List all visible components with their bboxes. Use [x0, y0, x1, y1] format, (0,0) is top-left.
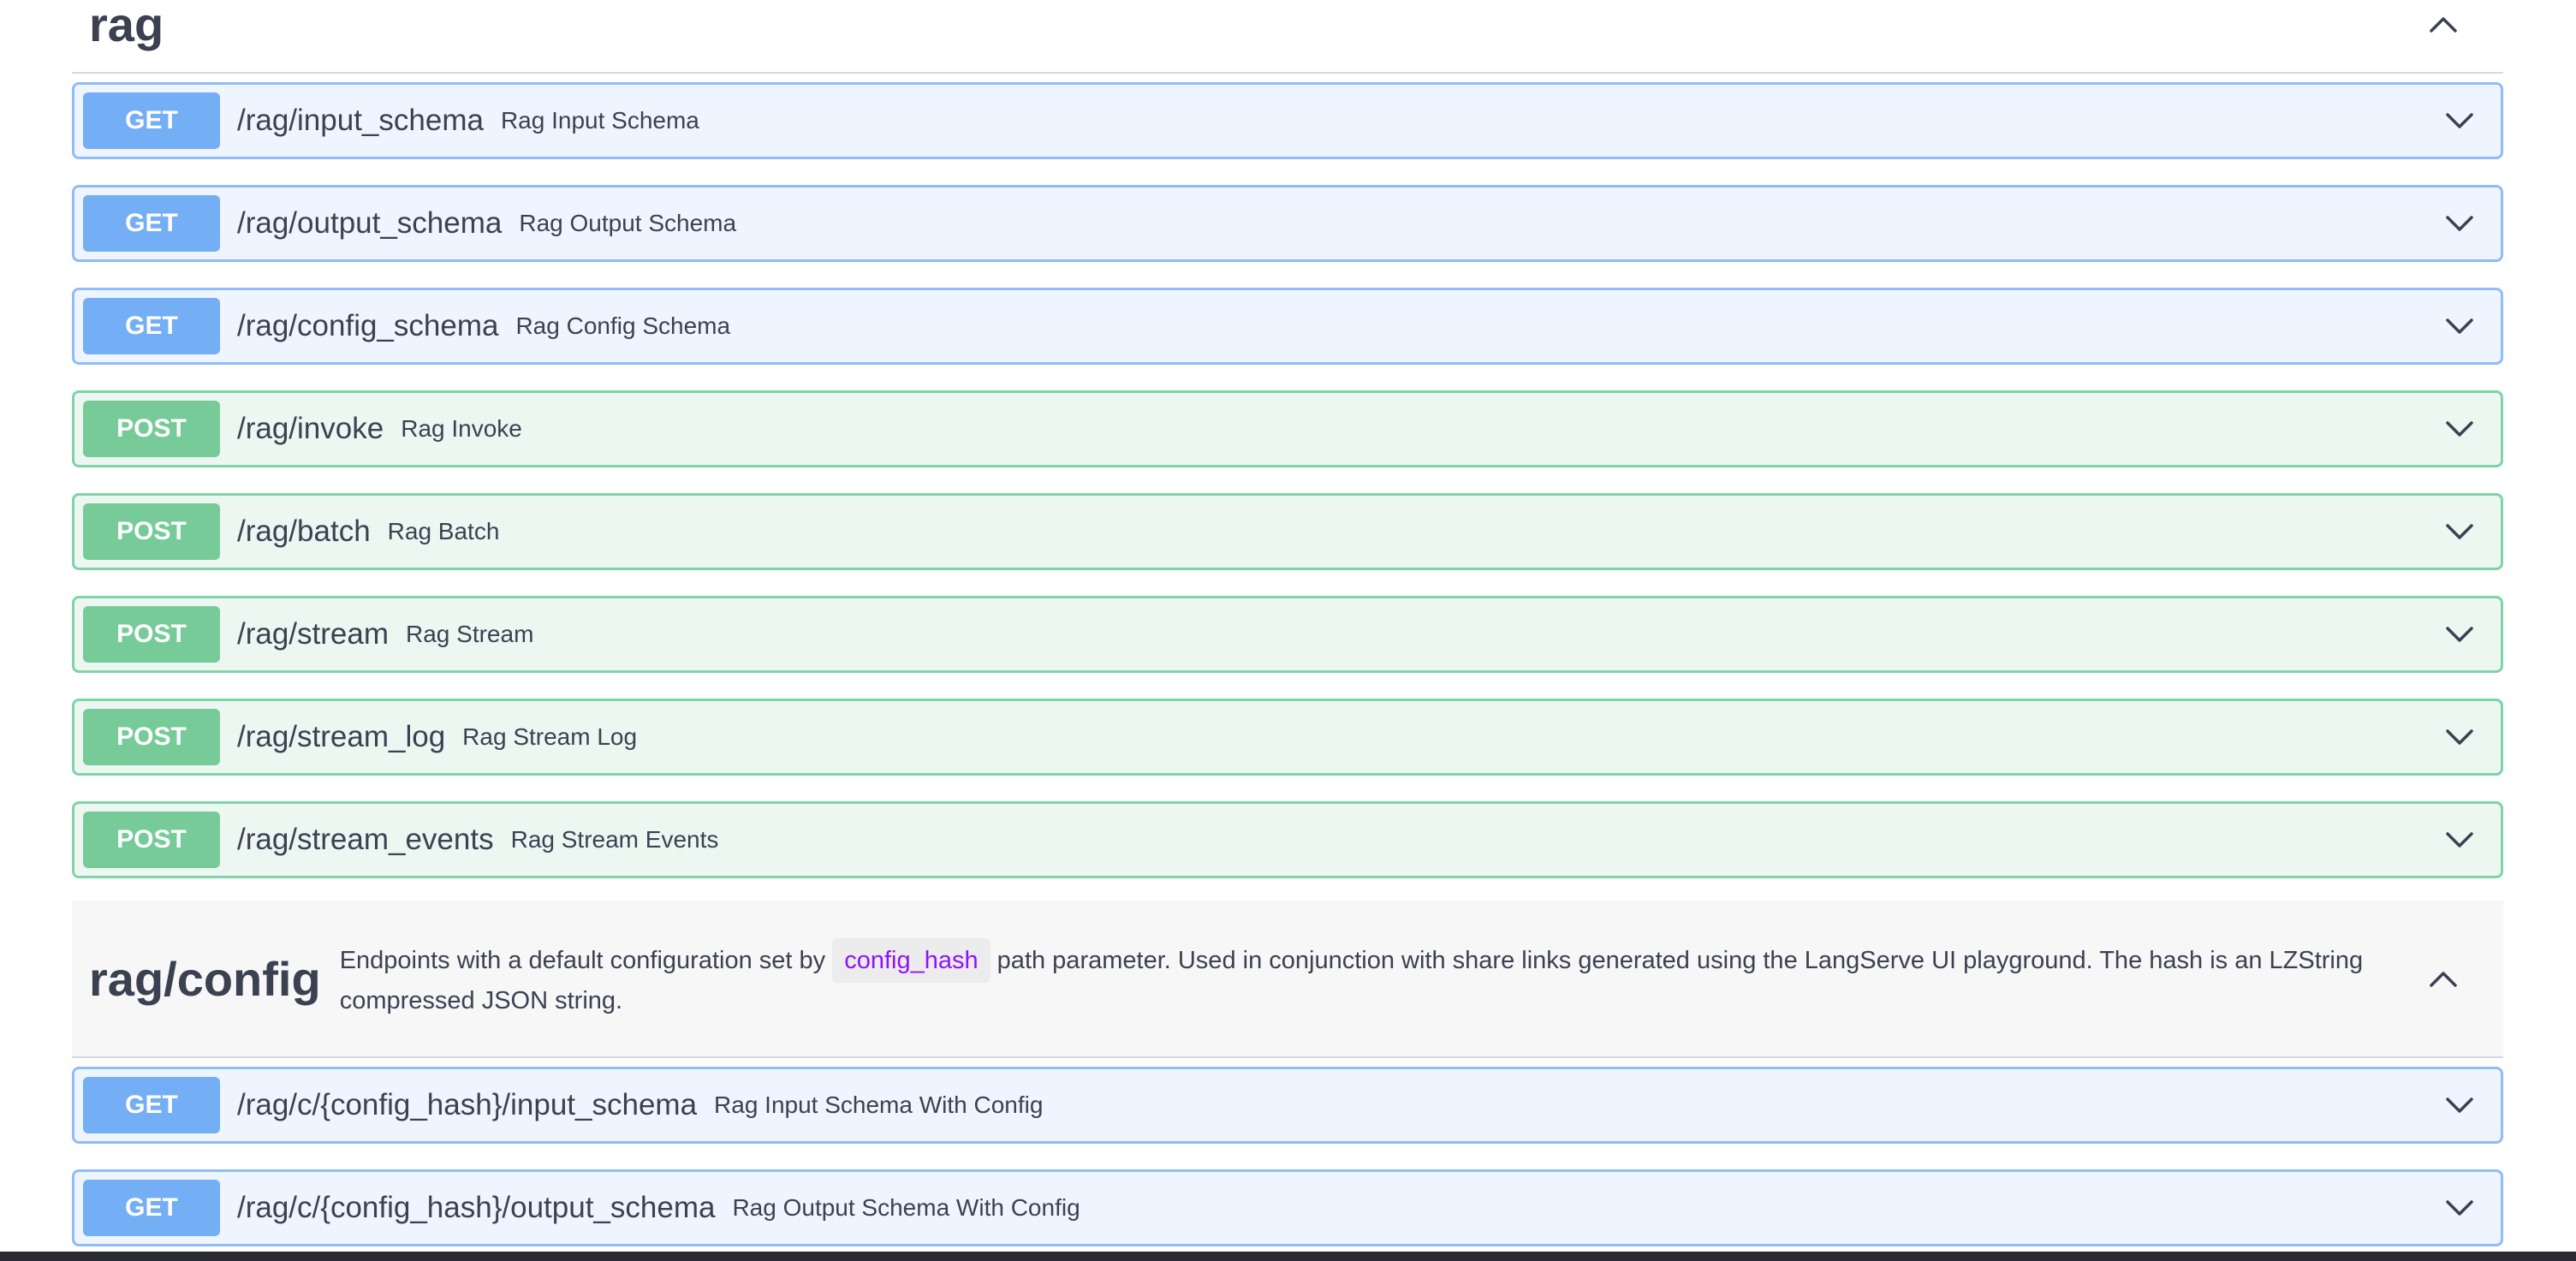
operation-path: /rag/c/{config_hash}/input_schema [237, 1088, 698, 1121]
tag-header-rag[interactable]: rag [72, 0, 2503, 74]
operation-summary: Rag Output Schema With Config [732, 1194, 1080, 1221]
chevron-down-icon[interactable] [2442, 617, 2477, 651]
method-badge: GET [83, 1077, 220, 1133]
description-text: Endpoints with a default configuration s… [339, 947, 833, 974]
operation-row[interactable]: POST /rag/invoke Rag Invoke [72, 390, 2503, 467]
operation-summary: Rag Stream [406, 621, 534, 647]
method-badge: GET [83, 1180, 220, 1236]
chevron-up-icon[interactable] [2426, 7, 2460, 41]
operation-summary: Rag Batch [387, 518, 500, 544]
method-badge: POST [83, 606, 220, 663]
code-chip: config_hash [832, 938, 991, 983]
chevron-down-icon[interactable] [2442, 515, 2477, 549]
operation-path: /rag/stream [237, 617, 389, 651]
operation-row[interactable]: POST /rag/batch Rag Batch [72, 493, 2503, 570]
operation-row[interactable]: GET /rag/output_schema Rag Output Schema [72, 185, 2503, 262]
operation-path: /rag/invoke [237, 412, 384, 445]
chevron-down-icon[interactable] [2442, 720, 2477, 754]
tag-title: rag/config [89, 951, 321, 1006]
operation-summary: Rag Output Schema [519, 210, 737, 236]
operation-path: /rag/config_schema [237, 309, 499, 342]
operation-row[interactable]: GET /rag/config_schema Rag Config Schema [72, 288, 2503, 365]
operation-row[interactable]: GET /rag/input_schema Rag Input Schema [72, 82, 2503, 159]
chevron-down-icon[interactable] [2442, 309, 2477, 343]
chevron-down-icon[interactable] [2442, 104, 2477, 138]
method-badge: POST [83, 401, 220, 457]
tag-title: rag [89, 0, 164, 51]
operations-content: rag GET /rag/input_schema Rag Input Sche… [72, 0, 2503, 1261]
operation-summary: Rag Input Schema With Config [714, 1091, 1044, 1118]
chevron-down-icon[interactable] [2442, 823, 2477, 857]
operation-path: /rag/stream_events [237, 823, 494, 856]
operation-path: /rag/stream_log [237, 720, 446, 753]
method-badge: POST [83, 503, 220, 560]
operation-summary: Rag Input Schema [500, 107, 699, 134]
chevron-down-icon[interactable] [2442, 1191, 2477, 1225]
operation-row[interactable]: GET /rag/c/{config_hash}/output_schema R… [72, 1169, 2503, 1246]
chevron-down-icon[interactable] [2442, 206, 2477, 241]
operation-path: /rag/output_schema [237, 206, 503, 240]
tag-description: Endpoints with a default configuration s… [340, 938, 2377, 1019]
method-badge: GET [83, 195, 220, 252]
operation-row[interactable]: POST /rag/stream_log Rag Stream Log [72, 699, 2503, 776]
operation-summary: Rag Stream Log [462, 723, 638, 750]
operation-row[interactable]: GET /rag/c/{config_hash}/input_schema Ra… [72, 1067, 2503, 1144]
chevron-down-icon[interactable] [2442, 1088, 2477, 1122]
method-badge: GET [83, 92, 220, 149]
operation-summary: Rag Config Schema [515, 312, 731, 339]
method-badge: GET [83, 298, 220, 354]
taskbar-strip [0, 1252, 2576, 1261]
operation-summary: Rag Invoke [401, 415, 522, 442]
chevron-down-icon[interactable] [2442, 412, 2477, 446]
operation-path: /rag/c/{config_hash}/output_schema [237, 1191, 716, 1224]
method-badge: POST [83, 812, 220, 868]
operation-path: /rag/batch [237, 515, 371, 548]
operation-path: /rag/input_schema [237, 104, 484, 137]
operation-row[interactable]: POST /rag/stream_events Rag Stream Event… [72, 801, 2503, 878]
tag-header-rag-config[interactable]: rag/config Endpoints with a default conf… [72, 901, 2503, 1058]
method-badge: POST [83, 709, 220, 765]
chevron-up-icon[interactable] [2426, 961, 2460, 996]
swagger-page: rag GET /rag/input_schema Rag Input Sche… [0, 0, 2576, 1261]
operation-row[interactable]: POST /rag/stream Rag Stream [72, 596, 2503, 673]
operation-summary: Rag Stream Events [510, 826, 719, 853]
